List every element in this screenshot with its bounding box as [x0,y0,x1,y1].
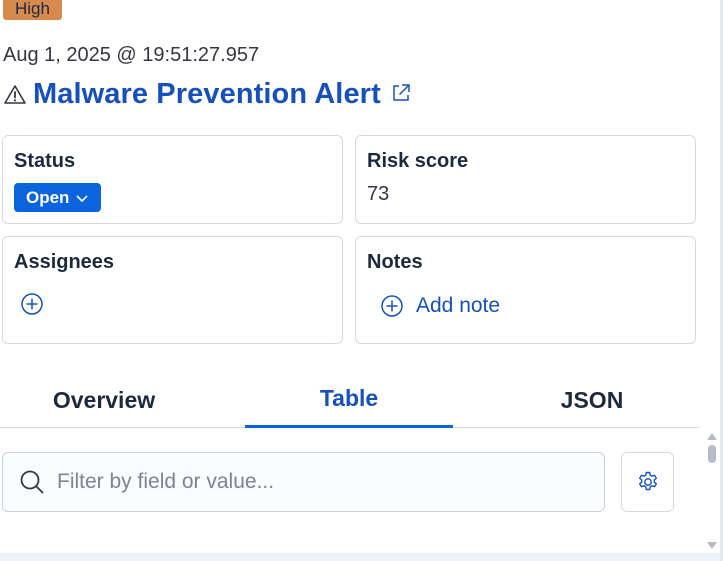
chevron-down-icon [76,194,89,202]
scroll-thumb[interactable] [708,445,716,463]
alert-timestamp: Aug 1, 2025 @ 19:51:27.957 [3,44,260,66]
risk-score-value: 73 [367,183,390,205]
alert-flyout: High Aug 1, 2025 @ 19:51:27.957 Malware … [0,0,723,561]
plus-circle-icon [381,295,403,317]
scroll-up-arrow-icon[interactable] [707,433,717,440]
status-dropdown-button[interactable]: Open [14,183,102,212]
risk-score-panel: Risk score 73 [355,135,696,224]
tab-bar: Overview Table JSON [0,372,700,428]
filter-search-input[interactable] [55,469,575,495]
search-icon [20,470,44,494]
add-note-label: Add note [416,294,501,317]
tab-table[interactable]: Table [245,372,453,428]
assignees-panel: Assignees [2,236,343,344]
status-title: Status [14,150,76,172]
notes-panel: Notes Add note [355,236,696,344]
add-note-button[interactable]: Add note [380,294,500,318]
table-scrollbar[interactable] [703,428,720,553]
scroll-down-arrow-icon[interactable] [707,542,717,549]
alert-title-link[interactable]: Malware Prevention Alert [33,78,381,111]
add-assignee-plus-circle-icon[interactable] [20,292,44,316]
alert-title-row: Malware Prevention Alert [3,76,412,112]
table-footer-strip [0,553,720,561]
tab-json[interactable]: JSON [488,372,696,428]
risk-score-title: Risk score [367,150,469,172]
notes-title: Notes [367,251,423,273]
status-panel: Status Open [2,135,343,224]
assignees-title: Assignees [14,251,115,273]
table-view [0,428,700,551]
filter-search-box[interactable] [2,452,605,512]
status-value: Open [26,187,70,207]
warning-icon [4,85,26,104]
gear-icon [638,471,657,491]
tab-overview[interactable]: Overview [0,372,208,428]
external-link-icon[interactable] [390,82,412,104]
severity-badge: High [3,0,62,20]
table-settings-button[interactable] [621,452,674,512]
